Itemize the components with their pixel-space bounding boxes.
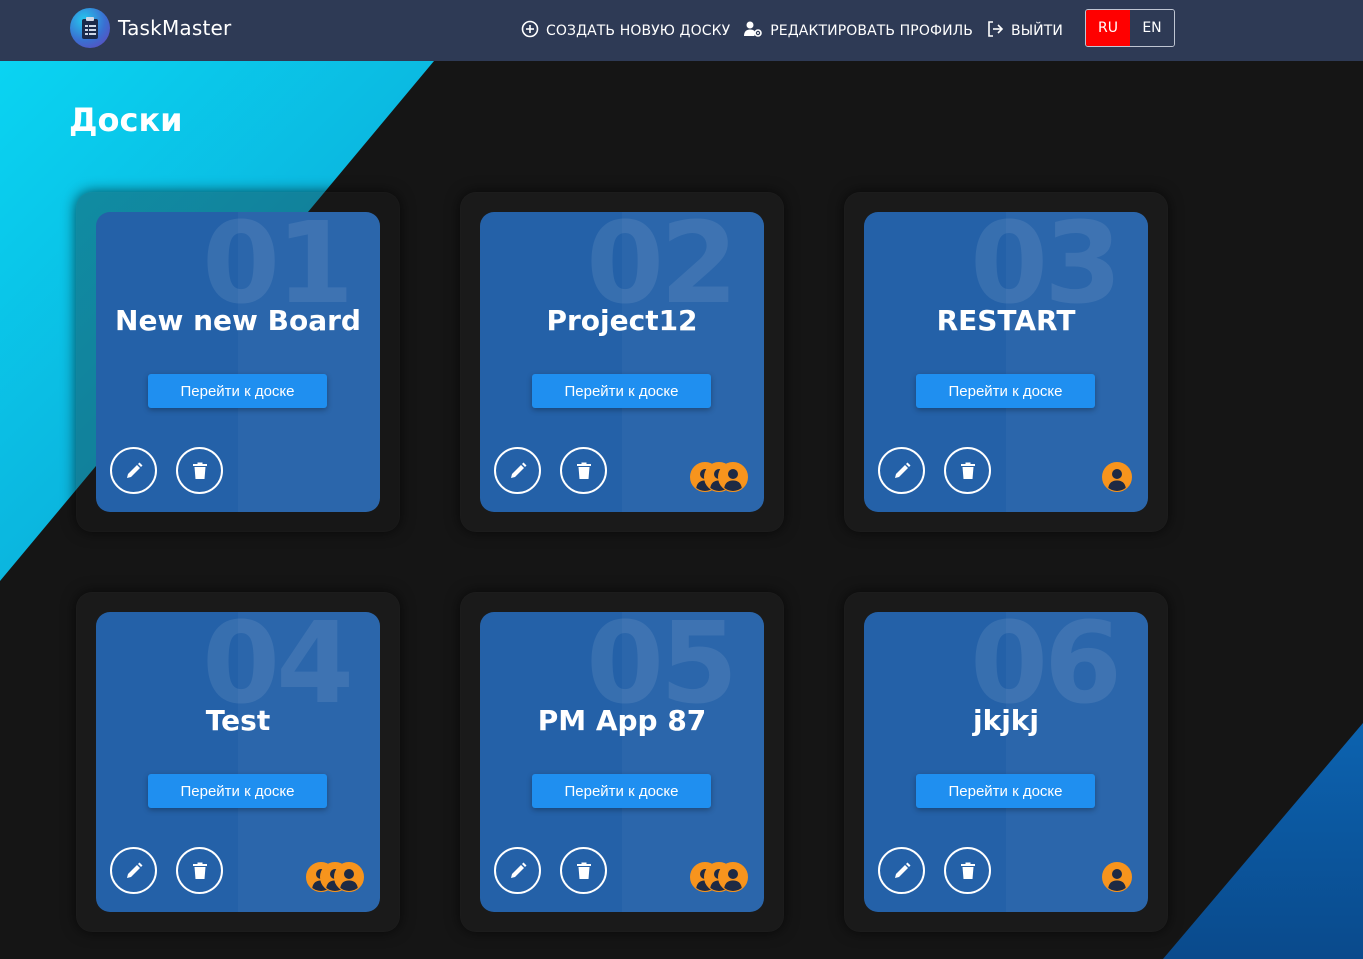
brand[interactable]: TaskMaster: [70, 8, 231, 48]
edit-board-button[interactable]: [878, 447, 925, 494]
board-title: New new Board: [115, 304, 361, 337]
delete-board-button[interactable]: [944, 847, 991, 894]
navbar: TaskMaster СОЗДАТЬ НОВУЮ ДОСКУ РЕДАКТИРО…: [0, 0, 1363, 61]
go-to-board-button[interactable]: Перейти к доске: [532, 774, 711, 808]
board-members: [1102, 462, 1132, 494]
pencil-icon: [124, 461, 144, 481]
pencil-icon: [892, 861, 912, 881]
user-avatar-icon[interactable]: [334, 862, 364, 892]
edit-board-button[interactable]: [494, 847, 541, 894]
trash-icon: [192, 862, 208, 880]
board-card: 06 jkjkj Перейти к доске: [844, 592, 1168, 932]
edit-board-button[interactable]: [494, 447, 541, 494]
board-card-inner: 01 New new Board Перейти к доске: [96, 212, 380, 512]
go-to-board-button[interactable]: Перейти к доске: [148, 374, 327, 408]
edit-profile-link[interactable]: РЕДАКТИРОВАТЬ ПРОФИЛЬ: [743, 20, 973, 42]
user-gear-icon: [743, 20, 763, 42]
board-members: [690, 462, 748, 494]
board-card-inner: 03 RESTART Перейти к доске: [864, 212, 1148, 512]
nav-links: СОЗДАТЬ НОВУЮ ДОСКУ РЕДАКТИРОВАТЬ ПРОФИЛ…: [521, 0, 1076, 61]
trash-icon: [960, 862, 976, 880]
board-title: RESTART: [936, 304, 1076, 337]
background-accent-right: [1163, 723, 1363, 959]
delete-board-button[interactable]: [560, 447, 607, 494]
board-title: jkjkj: [972, 704, 1040, 737]
user-avatar-icon[interactable]: [718, 862, 748, 892]
logout-link[interactable]: ВЫЙТИ: [986, 20, 1063, 42]
pencil-icon: [892, 461, 912, 481]
board-card: 02 Project12 Перейти к доске: [460, 192, 784, 532]
page-title: Доски: [69, 101, 183, 139]
delete-board-button[interactable]: [176, 847, 223, 894]
create-board-link[interactable]: СОЗДАТЬ НОВУЮ ДОСКУ: [521, 20, 730, 42]
board-members: [306, 862, 364, 894]
go-to-board-button[interactable]: Перейти к доске: [916, 374, 1095, 408]
plus-circle-icon: [521, 20, 539, 42]
edit-board-button[interactable]: [110, 447, 157, 494]
lang-en-button[interactable]: EN: [1130, 10, 1174, 46]
board-card: 05 PM App 87 Перейти к доске: [460, 592, 784, 932]
trash-icon: [576, 462, 592, 480]
pencil-icon: [124, 861, 144, 881]
trash-icon: [960, 462, 976, 480]
board-card: 03 RESTART Перейти к доске: [844, 192, 1168, 532]
board-title: Project12: [546, 304, 698, 337]
delete-board-button[interactable]: [176, 447, 223, 494]
pencil-icon: [508, 461, 528, 481]
pencil-icon: [508, 861, 528, 881]
user-avatar-icon[interactable]: [1102, 862, 1132, 892]
edit-board-button[interactable]: [878, 847, 925, 894]
lang-ru-button[interactable]: RU: [1086, 10, 1130, 46]
trash-icon: [192, 462, 208, 480]
logout-label: ВЫЙТИ: [1011, 22, 1063, 39]
language-switch: RU EN: [1085, 9, 1175, 47]
trash-icon: [576, 862, 592, 880]
edit-board-button[interactable]: [110, 847, 157, 894]
board-title: Test: [205, 704, 271, 737]
board-card-inner: 02 Project12 Перейти к доске: [480, 212, 764, 512]
user-avatar-icon[interactable]: [1102, 462, 1132, 492]
board-members: [690, 862, 748, 894]
delete-board-button[interactable]: [944, 447, 991, 494]
board-title: PM App 87: [537, 704, 707, 737]
clipboard-logo-icon: [70, 8, 110, 48]
go-to-board-button[interactable]: Перейти к доске: [916, 774, 1095, 808]
board-members: [1102, 862, 1132, 894]
board-card-inner: 05 PM App 87 Перейти к доске: [480, 612, 764, 912]
sign-out-icon: [986, 20, 1004, 42]
edit-profile-label: РЕДАКТИРОВАТЬ ПРОФИЛЬ: [770, 22, 974, 39]
user-avatar-icon[interactable]: [718, 462, 748, 492]
go-to-board-button[interactable]: Перейти к доске: [532, 374, 711, 408]
board-card: 04 Test Перейти к доске: [76, 592, 400, 932]
brand-name: TaskMaster: [118, 16, 232, 40]
go-to-board-button[interactable]: Перейти к доске: [148, 774, 327, 808]
board-card: 01 New new Board Перейти к доске: [76, 192, 400, 532]
board-card-inner: 04 Test Перейти к доске: [96, 612, 380, 912]
board-card-inner: 06 jkjkj Перейти к доске: [864, 612, 1148, 912]
delete-board-button[interactable]: [560, 847, 607, 894]
create-board-label: СОЗДАТЬ НОВУЮ ДОСКУ: [546, 22, 731, 39]
